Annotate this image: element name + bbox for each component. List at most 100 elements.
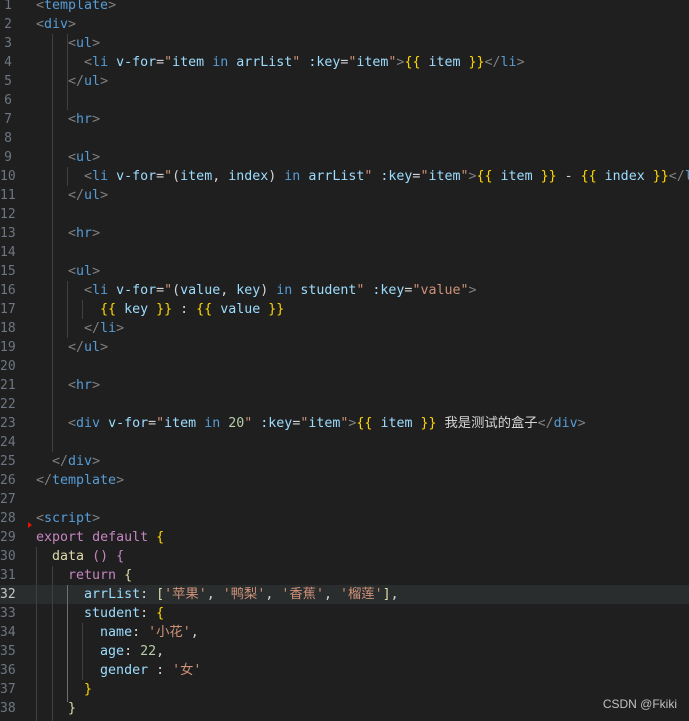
code-line[interactable]: 16 <li v-for="(value, key) in student" :… [0,281,689,300]
code-token: v-for [116,169,157,184]
code-line[interactable]: 25 </div> [0,452,689,471]
code-text: </div> [36,452,100,471]
code-token: : [132,625,149,640]
code-line[interactable]: 32 arrList: ['苹果', '鸭梨', '香蕉', '榴莲'], [0,585,689,604]
code-line[interactable]: 9 <ul> [0,148,689,167]
code-token: < [68,416,77,431]
code-token: , [206,587,223,602]
code-token: default [92,530,149,545]
indent-guide [36,547,37,721]
code-line[interactable]: 17 {{ key }} : {{ value }} [0,300,689,319]
code-token: } [68,701,77,716]
line-number: 14 [0,245,16,260]
code-token: < [68,378,77,393]
code-line[interactable]: 1 <template> [0,0,689,15]
code-line[interactable]: 7 <hr> [0,110,689,129]
code-line[interactable]: 13 <hr> [0,224,689,243]
code-token: : [148,663,173,678]
code-token: ul [84,74,101,89]
code-token: item [164,416,197,431]
code-text: <div v-for="item in 20" :key="item">{{ i… [36,414,586,433]
code-line[interactable]: 23 <div v-for="item in 20" :key="item">{… [0,414,689,433]
code-line[interactable]: 34 name: '小花', [0,623,689,642]
code-token: </ [84,321,101,336]
code-line[interactable]: 31 return { [0,566,689,585]
code-line[interactable]: 26 </template> [0,471,689,490]
code-line[interactable]: 24 [0,433,689,452]
breakpoint-arrow-icon[interactable] [28,522,32,528]
code-token: </ [484,55,501,70]
line-number: 20 [0,359,16,374]
code-line[interactable]: 21 <hr> [0,376,689,395]
code-line[interactable]: 11 </ul> [0,186,689,205]
line-number: 27 [0,492,16,507]
code-line[interactable]: 27 [0,490,689,509]
code-editor[interactable]: 1 <template> 2 <div> 3 <ul> 4 <li v-for="item… [0,0,689,721]
code-line[interactable]: 35 age: 22, [0,642,689,661]
code-token: , [190,625,199,640]
code-token: < [36,0,45,13]
code-line[interactable]: 33 student: { [0,604,689,623]
code-text: </li> [36,319,124,338]
code-token: { [124,568,133,583]
code-token: 我是测试的盒子 [436,416,538,431]
code-line[interactable]: 2 <div> [0,15,689,34]
code-line[interactable]: 4 <li v-for="item in arrList" :key="item… [0,53,689,72]
code-line[interactable]: 15 <ul> [0,262,689,281]
code-token: age [100,644,125,659]
line-number: 28 [0,511,16,526]
code-token: { [156,530,165,545]
code-line[interactable]: 18 </li> [0,319,689,338]
code-token: { [156,606,165,621]
code-token: item [428,55,461,70]
code-token: in [212,55,229,70]
code-token: < [84,169,93,184]
code-token: </ [52,454,69,469]
code-text: <ul> [36,262,100,281]
code-token: ul [84,188,101,203]
code-line[interactable]: 19 </ul> [0,338,689,357]
code-token: hr [76,378,93,393]
code-line[interactable]: 5 </ul> [0,72,689,91]
code-line[interactable]: 3 <ul> [0,34,689,53]
code-text: } [36,680,92,699]
code-line[interactable]: 10 <li v-for="(item, index) in arrList" … [0,167,689,186]
code-text: gender : '女' [36,661,201,680]
code-text: <hr> [36,376,100,395]
code-token: :key [308,55,341,70]
code-line[interactable]: 28 <script> [0,509,689,528]
code-text: <li v-for="(item, index) in arrList" :ke… [36,167,689,186]
code-line[interactable]: 6 [0,91,689,110]
code-token: {{ [476,169,493,184]
code-line[interactable]: 20 [0,357,689,376]
code-token: item [500,169,533,184]
indent-guide [67,281,68,338]
code-line[interactable]: 8 [0,129,689,148]
code-text: export default { [36,528,164,547]
code-line[interactable]: 29 export default { [0,528,689,547]
code-line[interactable]: 36 gender : '女' [0,661,689,680]
code-token: '鸭梨' [222,587,266,602]
code-line[interactable]: 38 } [0,699,689,718]
code-line[interactable]: 37 } [0,680,689,699]
code-line[interactable]: 22 [0,395,689,414]
code-token: ul [76,264,93,279]
code-token: '苹果' [164,587,207,602]
code-line[interactable]: 30 data () { [0,547,689,566]
code-line[interactable]: 12 [0,205,689,224]
code-token: > [100,74,109,89]
code-line[interactable]: 14 [0,243,689,262]
